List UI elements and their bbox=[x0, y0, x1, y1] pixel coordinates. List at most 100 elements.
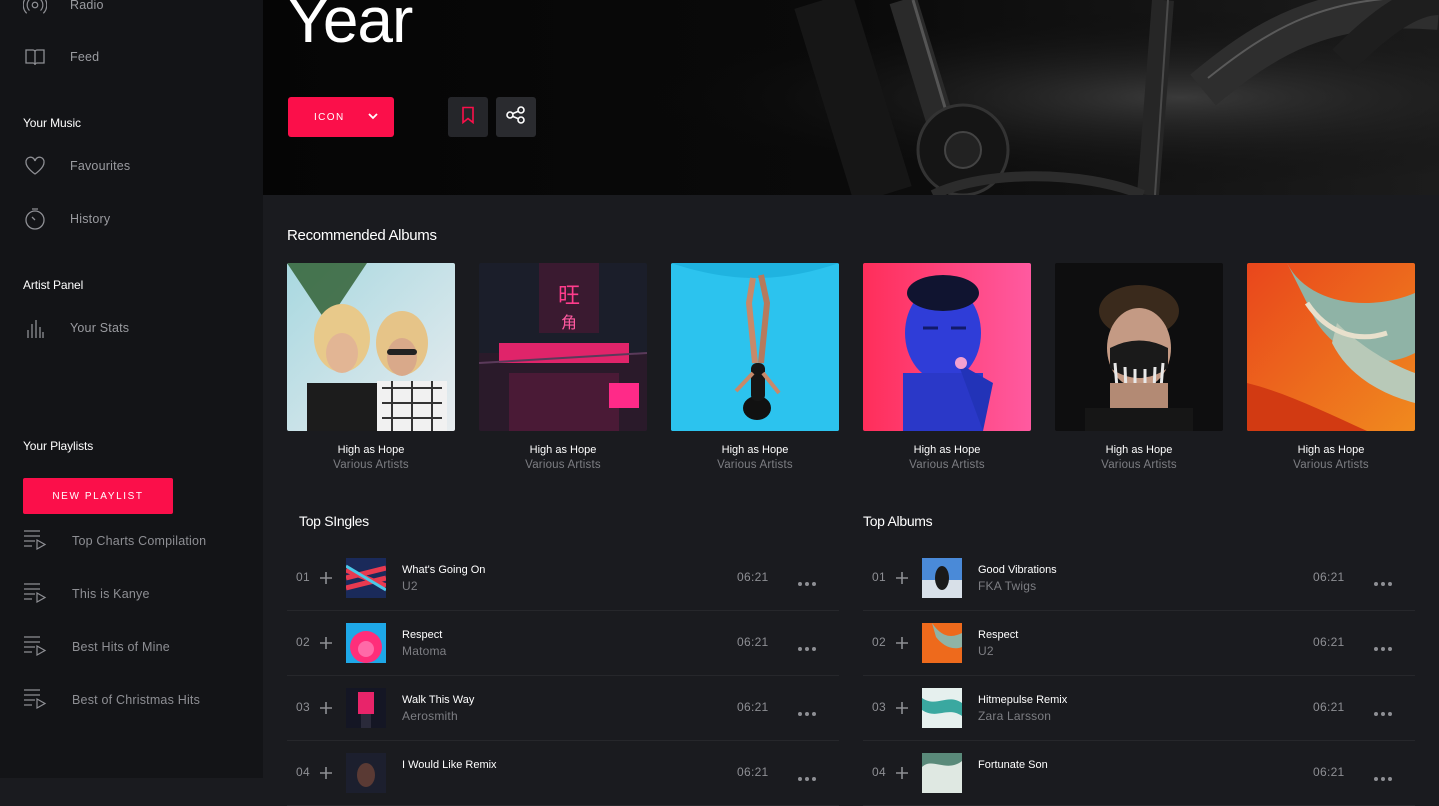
table-row[interactable]: 03 Hitmepulse Remix Zara Larsson 06:21 bbox=[863, 676, 1415, 741]
sidebar-item-feed[interactable]: Feed bbox=[23, 42, 99, 72]
stats-icon bbox=[23, 316, 47, 340]
sidebar-item-history[interactable]: History bbox=[23, 204, 110, 234]
track-duration: 06:21 bbox=[737, 765, 769, 779]
track-number: 02 bbox=[296, 635, 310, 649]
track-number: 02 bbox=[872, 635, 886, 649]
track-duration: 06:21 bbox=[1313, 570, 1345, 584]
icon-button-label: ICON bbox=[314, 111, 345, 123]
album-cover bbox=[287, 263, 455, 431]
share-button[interactable] bbox=[496, 97, 536, 137]
icon-dropdown-button[interactable]: ICON bbox=[288, 97, 394, 137]
album-card[interactable]: High as Hope Various Artists bbox=[1055, 263, 1223, 471]
album-card[interactable]: 旺 角 High as Hope Various Artists bbox=[479, 263, 647, 471]
sidebar-item-radio[interactable]: Radio bbox=[23, 0, 103, 20]
table-row[interactable]: 01 Good Vibrations FKA Twigs 06:21 bbox=[863, 546, 1415, 611]
playlist-icon bbox=[23, 581, 49, 608]
more-options-icon[interactable] bbox=[797, 769, 817, 787]
album-card[interactable]: High as Hope Various Artists bbox=[863, 263, 1031, 471]
bookmark-icon bbox=[460, 106, 476, 129]
recommended-albums-title: Recommended Albums bbox=[287, 227, 437, 244]
add-icon[interactable] bbox=[896, 701, 908, 719]
more-options-icon[interactable] bbox=[1373, 574, 1393, 592]
section-heading-your-music: Your Music bbox=[23, 116, 81, 130]
section-heading-your-playlists: Your Playlists bbox=[23, 439, 94, 453]
svg-text:旺: 旺 bbox=[558, 284, 580, 309]
album-card[interactable]: High as Hope Various Artists bbox=[671, 263, 839, 471]
track-number: 03 bbox=[296, 700, 310, 714]
album-artist: Various Artists bbox=[1293, 459, 1369, 471]
more-options-icon[interactable] bbox=[797, 639, 817, 657]
more-options-icon[interactable] bbox=[797, 704, 817, 722]
top-albums-title: Top Albums bbox=[863, 513, 933, 529]
album-cover bbox=[863, 263, 1031, 431]
track-title: I Would Like Remix bbox=[402, 759, 497, 771]
album-title: High as Hope bbox=[337, 444, 405, 456]
album-artist: Various Artists bbox=[333, 459, 409, 471]
album-title: High as Hope bbox=[913, 444, 981, 456]
album-cover: 旺 角 bbox=[479, 263, 647, 431]
playlist-label: Best of Christmas Hits bbox=[72, 693, 201, 707]
album-cover bbox=[1055, 263, 1223, 431]
track-thumbnail bbox=[922, 558, 962, 598]
table-row[interactable]: 04 Fortunate Son 06:21 bbox=[863, 741, 1415, 806]
table-row[interactable]: 02 Respect U2 06:21 bbox=[863, 611, 1415, 676]
track-artist: Aerosmith bbox=[402, 709, 458, 723]
add-icon[interactable] bbox=[320, 766, 332, 784]
track-number: 04 bbox=[296, 765, 310, 779]
album-artist: Various Artists bbox=[909, 459, 985, 471]
track-title: Walk This Way bbox=[402, 694, 475, 706]
bookmark-button[interactable] bbox=[448, 97, 488, 137]
track-thumbnail bbox=[922, 753, 962, 793]
album-artist: Various Artists bbox=[717, 459, 793, 471]
album-cover bbox=[671, 263, 839, 431]
table-row[interactable]: 02 Respect Matoma 06:21 bbox=[287, 611, 839, 676]
track-duration: 06:21 bbox=[1313, 635, 1345, 649]
album-card[interactable]: High as Hope Various Artists bbox=[1247, 263, 1415, 471]
album-artist: Various Artists bbox=[1101, 459, 1177, 471]
add-icon[interactable] bbox=[320, 636, 332, 654]
share-icon bbox=[506, 105, 526, 129]
hero-banner: Year ICON bbox=[263, 0, 1439, 195]
sidebar-item-label: Your Stats bbox=[70, 321, 130, 335]
track-thumbnail bbox=[922, 688, 962, 728]
add-icon[interactable] bbox=[896, 636, 908, 654]
sidebar: Radio Feed Your Music Favourites History… bbox=[0, 0, 263, 778]
sidebar-item-label: History bbox=[70, 212, 111, 226]
table-row[interactable]: 03 Walk This Way Aerosmith 06:21 bbox=[287, 676, 839, 741]
track-duration: 06:21 bbox=[737, 570, 769, 584]
sidebar-item-label: Feed bbox=[70, 50, 100, 64]
playlist-item[interactable]: Best Hits of Mine bbox=[23, 634, 170, 661]
chevron-down-icon bbox=[366, 109, 380, 128]
svg-text:角: 角 bbox=[561, 313, 577, 332]
table-row[interactable]: 01 What's Going On U2 06:21 bbox=[287, 546, 839, 611]
track-artist: FKA Twigs bbox=[978, 579, 1037, 593]
playlist-icon bbox=[23, 634, 49, 661]
playlist-item[interactable]: Best of Christmas Hits bbox=[23, 688, 200, 712]
add-icon[interactable] bbox=[320, 701, 332, 719]
track-thumbnail bbox=[346, 623, 386, 663]
track-duration: 06:21 bbox=[1313, 700, 1345, 714]
page-title: Year bbox=[287, 0, 413, 56]
sidebar-item-label: Radio bbox=[70, 0, 104, 12]
track-title: Fortunate Son bbox=[978, 759, 1048, 771]
sidebar-item-favourites[interactable]: Favourites bbox=[23, 151, 130, 181]
album-card[interactable]: High as Hope Various Artists bbox=[287, 263, 455, 471]
more-options-icon[interactable] bbox=[1373, 639, 1393, 657]
playlist-label: Best Hits of Mine bbox=[72, 640, 170, 654]
add-icon[interactable] bbox=[320, 571, 332, 589]
playlist-item[interactable]: This is Kanye bbox=[23, 581, 149, 608]
add-icon[interactable] bbox=[896, 571, 908, 589]
new-playlist-button[interactable]: NEW PLAYLIST bbox=[23, 478, 173, 514]
track-title: Respect bbox=[402, 629, 443, 641]
more-options-icon[interactable] bbox=[1373, 704, 1393, 722]
album-title: High as Hope bbox=[721, 444, 789, 456]
track-artist: U2 bbox=[402, 579, 418, 593]
table-row[interactable]: 04 I Would Like Remix 06:21 bbox=[287, 741, 839, 806]
track-duration: 06:21 bbox=[737, 700, 769, 714]
heart-icon bbox=[23, 154, 47, 178]
sidebar-item-your-stats[interactable]: Your Stats bbox=[23, 313, 129, 343]
more-options-icon[interactable] bbox=[797, 574, 817, 592]
playlist-item[interactable]: Top Charts Compilation bbox=[23, 529, 206, 553]
add-icon[interactable] bbox=[896, 766, 908, 784]
more-options-icon[interactable] bbox=[1373, 769, 1393, 787]
